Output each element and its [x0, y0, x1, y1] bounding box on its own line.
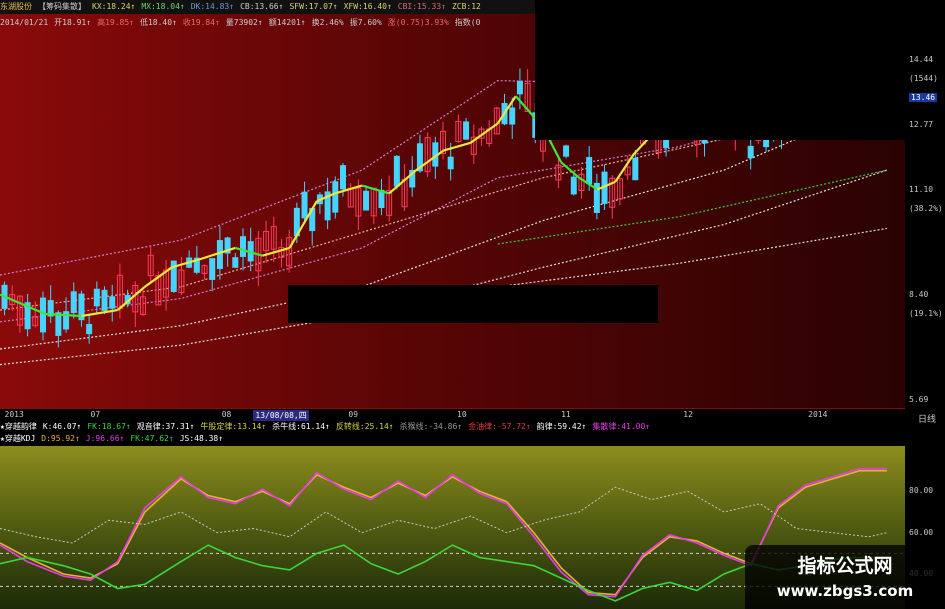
price-tick-label: 8.40	[909, 289, 929, 299]
price-tick-label: (38.2%)	[909, 203, 943, 213]
period-label[interactable]: 日线	[918, 412, 936, 425]
price-tick-label: 14.44	[909, 54, 934, 64]
price-tick-label: 12.77	[909, 119, 934, 129]
watermark-title: 指标公式网	[797, 555, 893, 577]
price-scale: 14.44 (1544) 13.46 12.77 11.10 (38.2%) 8.40 (19…	[905, 55, 945, 410]
watermark-url: www.zbgs3.com	[776, 582, 914, 600]
kdj-tick-label: 60.00	[909, 527, 934, 537]
site-watermark: 指标公式网 www.zbgs3.com	[745, 545, 945, 609]
price-tick-label: (1544)	[909, 73, 938, 83]
price-tick-label: 11.10	[909, 184, 934, 194]
price-tick-label: 13.46	[909, 92, 938, 102]
kdj-tick-label: 80.00	[909, 486, 934, 496]
price-tick-label: (19.1%)	[909, 309, 943, 319]
price-tick-label: 5.69	[909, 395, 929, 404]
kdj-chart	[0, 467, 905, 602]
